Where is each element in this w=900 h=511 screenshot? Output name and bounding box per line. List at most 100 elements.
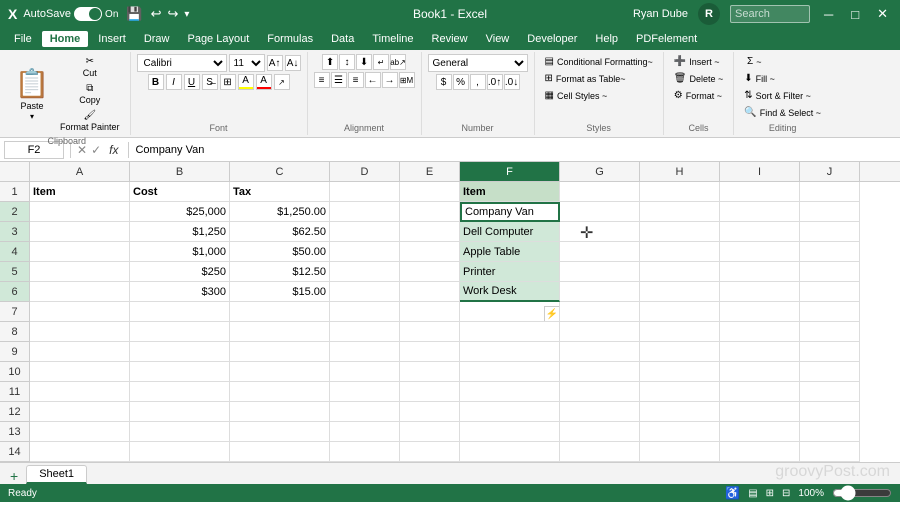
customize-icon[interactable]: ▾ — [184, 9, 189, 20]
cell-f6[interactable]: Work Desk — [460, 282, 560, 302]
conditional-formatting-button[interactable]: ▤ Conditional Formatting~ — [541, 54, 657, 69]
row-num-4[interactable]: 4 — [0, 242, 30, 262]
bold-button[interactable]: B — [148, 74, 164, 90]
cell-g4[interactable] — [560, 242, 640, 262]
cell-c6[interactable]: $15.00 — [230, 282, 330, 302]
row-num-10[interactable]: 10 — [0, 362, 30, 382]
cell-c9[interactable] — [230, 342, 330, 362]
align-right-button[interactable]: ≡ — [348, 72, 364, 88]
cell-i12[interactable] — [720, 402, 800, 422]
cell-c8[interactable] — [230, 322, 330, 342]
cell-j14[interactable] — [800, 442, 860, 462]
cell-d7[interactable] — [330, 302, 400, 322]
undo-icon[interactable]: ↩ — [151, 6, 162, 22]
increase-font-icon[interactable]: A↑ — [267, 55, 283, 71]
row-num-3[interactable]: 3 — [0, 222, 30, 242]
col-header-c[interactable]: C — [230, 162, 330, 182]
cell-h12[interactable] — [640, 402, 720, 422]
close-btn[interactable]: ✕ — [873, 6, 892, 22]
cell-j13[interactable] — [800, 422, 860, 442]
page-layout-button[interactable]: ⊞ — [766, 488, 774, 499]
cell-j5[interactable] — [800, 262, 860, 282]
cell-f11[interactable] — [460, 382, 560, 402]
cell-d4[interactable] — [330, 242, 400, 262]
cell-h11[interactable] — [640, 382, 720, 402]
menu-timeline[interactable]: Timeline — [364, 31, 421, 47]
cell-i2[interactable] — [720, 202, 800, 222]
col-header-h[interactable]: H — [640, 162, 720, 182]
cell-a7[interactable] — [30, 302, 130, 322]
insert-button[interactable]: ➕ Insert ~ — [670, 54, 724, 69]
cell-e5[interactable] — [400, 262, 460, 282]
cell-g6[interactable] — [560, 282, 640, 302]
formula-input[interactable] — [135, 141, 896, 159]
cell-a12[interactable] — [30, 402, 130, 422]
cell-g8[interactable] — [560, 322, 640, 342]
font-size-select[interactable]: 11 — [229, 54, 265, 72]
cell-c2[interactable]: $1,250.00 — [230, 202, 330, 222]
cell-a3[interactable] — [30, 222, 130, 242]
cell-e14[interactable] — [400, 442, 460, 462]
cell-g1[interactable] — [560, 182, 640, 202]
cell-j8[interactable] — [800, 322, 860, 342]
cell-f8[interactable] — [460, 322, 560, 342]
cell-d1[interactable] — [330, 182, 400, 202]
cell-i7[interactable] — [720, 302, 800, 322]
align-middle-button[interactable]: ↕ — [339, 54, 355, 70]
col-header-g[interactable]: G — [560, 162, 640, 182]
format-painter-button[interactable]: 🖌Format Painter — [56, 108, 124, 134]
cell-g10[interactable] — [560, 362, 640, 382]
cell-c7[interactable] — [230, 302, 330, 322]
row-num-14[interactable]: 14 — [0, 442, 30, 462]
cell-d6[interactable] — [330, 282, 400, 302]
increase-decimal-button[interactable]: .0↑ — [487, 74, 503, 90]
cell-h8[interactable] — [640, 322, 720, 342]
zoom-slider[interactable] — [832, 488, 892, 498]
decrease-decimal-button[interactable]: .0↓ — [504, 74, 520, 90]
menu-file[interactable]: File — [6, 31, 40, 47]
cell-d5[interactable] — [330, 262, 400, 282]
cell-e12[interactable] — [400, 402, 460, 422]
align-center-button[interactable]: ☰ — [331, 72, 347, 88]
cell-f14[interactable] — [460, 442, 560, 462]
cell-a2[interactable] — [30, 202, 130, 222]
cell-b14[interactable] — [130, 442, 230, 462]
cell-g3[interactable]: ✛ — [560, 222, 640, 242]
row-num-5[interactable]: 5 — [0, 262, 30, 282]
cell-a14[interactable] — [30, 442, 130, 462]
cell-h13[interactable] — [640, 422, 720, 442]
cell-i8[interactable] — [720, 322, 800, 342]
cell-j2[interactable] — [800, 202, 860, 222]
delete-button[interactable]: 🗑 Delete ~ — [670, 71, 727, 86]
accessibility-icon[interactable]: ♿ — [725, 486, 740, 500]
cell-h1[interactable] — [640, 182, 720, 202]
cell-e7[interactable] — [400, 302, 460, 322]
cell-i11[interactable] — [720, 382, 800, 402]
decrease-indent-button[interactable]: ← — [365, 72, 381, 88]
cell-h6[interactable] — [640, 282, 720, 302]
cell-e6[interactable] — [400, 282, 460, 302]
row-num-1[interactable]: 1 — [0, 182, 30, 202]
cell-j10[interactable] — [800, 362, 860, 382]
menu-formulas[interactable]: Formulas — [259, 31, 321, 47]
row-num-6[interactable]: 6 — [0, 282, 30, 302]
cell-g9[interactable] — [560, 342, 640, 362]
cell-d12[interactable] — [330, 402, 400, 422]
font-color-button[interactable]: A — [256, 74, 272, 90]
cell-a8[interactable] — [30, 322, 130, 342]
cell-f2[interactable]: Company Van — [460, 202, 560, 222]
row-num-2[interactable]: 2 — [0, 202, 30, 222]
italic-button[interactable]: I — [166, 74, 182, 90]
cell-i4[interactable] — [720, 242, 800, 262]
maximize-btn[interactable]: □ — [847, 7, 863, 22]
cut-button[interactable]: ✂Cut — [56, 54, 124, 80]
cell-b8[interactable] — [130, 322, 230, 342]
find-select-button[interactable]: 🔍 Find & Select ~ — [740, 105, 825, 120]
cell-f9[interactable] — [460, 342, 560, 362]
cell-h10[interactable] — [640, 362, 720, 382]
cell-g7[interactable] — [560, 302, 640, 322]
cell-d3[interactable] — [330, 222, 400, 242]
format-as-table-button[interactable]: ⊞ Format as Table~ — [541, 71, 630, 86]
cell-a11[interactable] — [30, 382, 130, 402]
cell-j12[interactable] — [800, 402, 860, 422]
